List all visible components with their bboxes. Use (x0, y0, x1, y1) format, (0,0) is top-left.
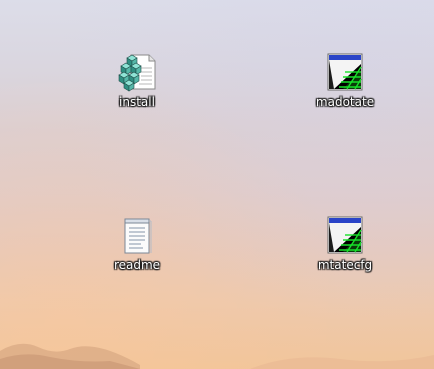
registry-entries-icon (118, 54, 156, 92)
desktop-icon-readme[interactable]: readme (89, 215, 185, 293)
desktop-icon-label: install (119, 95, 155, 109)
wallpaper-hill (0, 343, 140, 369)
desktop-icon-install[interactable]: install (89, 52, 185, 130)
desktop-icon-label: madotate (315, 95, 375, 109)
desktop-icon-label: mtatecfg (317, 258, 373, 272)
desktop-icon-label: readme (113, 258, 161, 272)
game-application-icon (327, 53, 363, 91)
text-document-icon (124, 218, 152, 254)
desktop-icon-mtatecfg[interactable]: mtatecfg (297, 215, 393, 293)
desktop-icon-madotate[interactable]: madotate (297, 52, 393, 130)
desktop-background[interactable]: install madotate readme mtatecfg (0, 0, 434, 369)
wallpaper-hill-right (250, 355, 434, 369)
game-application-icon (327, 216, 363, 254)
